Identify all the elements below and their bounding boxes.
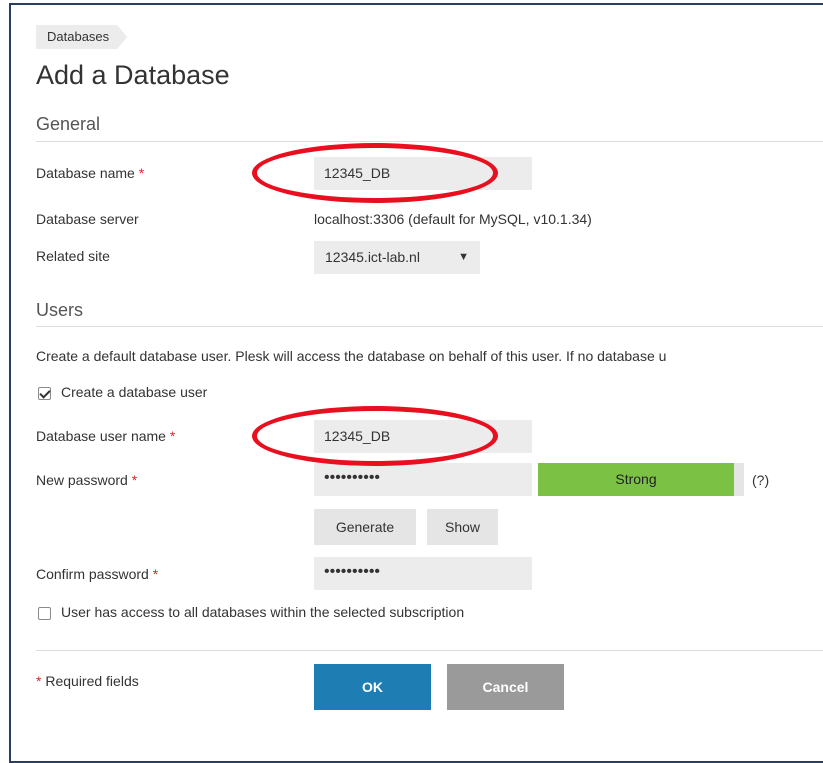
related-site-select[interactable]: 12345.ict-lab.nl ▼ [314, 241, 480, 274]
required-fields-note: * Required fields [36, 673, 139, 689]
related-site-label: Related site [36, 248, 110, 264]
annotation-oval [252, 406, 498, 466]
create-user-label: Create a database user [61, 384, 208, 400]
footer-divider [36, 650, 823, 651]
database-server-label: Database server [36, 211, 139, 227]
related-site-selected: 12345.ict-lab.nl [325, 249, 420, 265]
ok-button[interactable]: OK [314, 664, 431, 710]
section-general-heading: General [36, 114, 101, 134]
password-help-link[interactable]: (?) [752, 472, 769, 488]
all-databases-access-label: User has access to all databases within … [61, 604, 465, 620]
database-user-name-label: Database user name * [36, 428, 176, 444]
required-mark: * [138, 165, 145, 181]
page-title: Add a Database [36, 60, 230, 90]
required-mark: * [169, 428, 176, 444]
create-user-checkbox[interactable] [38, 387, 51, 400]
all-databases-access-checkbox[interactable] [38, 607, 51, 620]
section-users-heading: Users [36, 300, 84, 320]
users-description: Create a default database user. Plesk wi… [36, 348, 667, 364]
required-mark: * [131, 472, 138, 488]
required-mark: * [152, 566, 159, 582]
database-name-label: Database name * [36, 165, 145, 181]
required-mark: * [36, 673, 42, 689]
password-strength-meter: Strong [538, 463, 744, 496]
breadcrumb[interactable]: Databases [36, 25, 127, 49]
new-password-input[interactable]: •••••••••• [314, 463, 532, 496]
section-divider [36, 141, 823, 142]
generate-password-button[interactable]: Generate [314, 509, 416, 545]
annotation-oval [252, 143, 498, 203]
confirm-password-label: Confirm password * [36, 566, 159, 582]
password-strength-fill: Strong [538, 463, 734, 496]
cancel-button[interactable]: Cancel [447, 664, 564, 710]
confirm-password-input[interactable]: •••••••••• [314, 557, 532, 590]
window-frame [9, 3, 823, 763]
dropdown-arrow-icon: ▼ [458, 251, 469, 263]
new-password-label: New password * [36, 472, 138, 488]
section-divider [36, 326, 823, 327]
show-password-button[interactable]: Show [427, 509, 498, 545]
database-server-value: localhost:3306 (default for MySQL, v10.1… [314, 211, 592, 227]
